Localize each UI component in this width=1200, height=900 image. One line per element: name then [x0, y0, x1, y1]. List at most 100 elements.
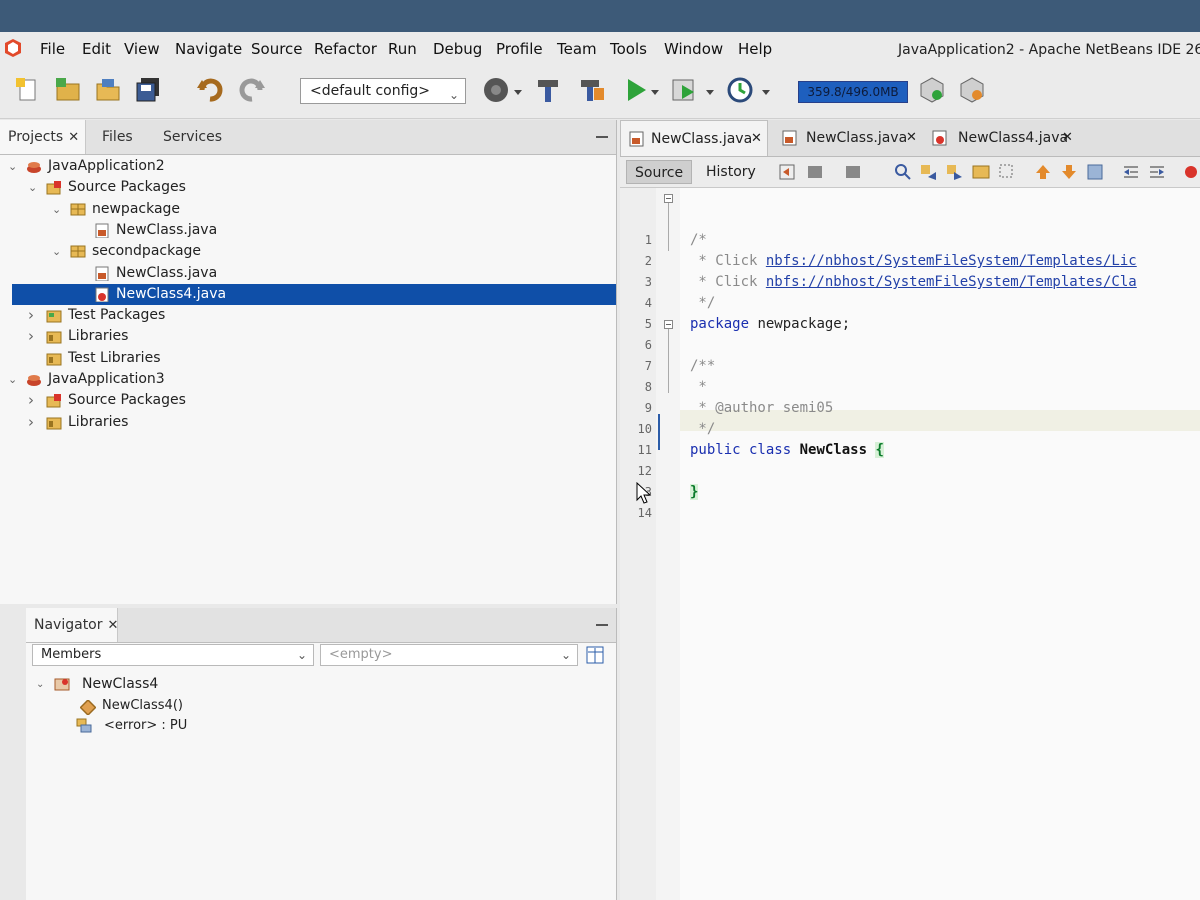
code-line-9[interactable]: * @author semi05	[690, 398, 833, 419]
shift-right-icon[interactable]	[1148, 163, 1166, 181]
close-icon[interactable]: ✕	[906, 120, 917, 156]
menu-view[interactable]: View	[124, 40, 160, 58]
code-line-5[interactable]: package newpackage;	[690, 314, 850, 335]
clean-build-icon[interactable]	[578, 76, 606, 104]
navigator-field-row[interactable]: <error> : PU	[34, 715, 334, 736]
menu-source[interactable]: Source	[251, 40, 303, 58]
menu-team[interactable]: Team	[557, 40, 597, 58]
close-icon[interactable]: ✕	[1062, 120, 1073, 156]
code-line-7[interactable]: /**	[690, 356, 715, 377]
editor-tab-newclass[interactable]: NewClass.java ✕	[620, 120, 768, 156]
chevron-down-icon[interactable]	[651, 90, 659, 95]
record-macro-icon[interactable]	[1182, 163, 1200, 181]
menu-debug[interactable]: Debug	[433, 40, 482, 58]
tree-row[interactable]: ⌄ JavaApplication2	[0, 156, 600, 177]
fold-toggle-icon[interactable]	[664, 320, 673, 329]
code-line-8[interactable]: *	[690, 377, 706, 398]
code-line-3[interactable]: * Click nbfs://nbhost/SystemFileSystem/T…	[690, 272, 1137, 293]
menu-help[interactable]: Help	[738, 40, 772, 58]
code-line-2[interactable]: * Click nbfs://nbhost/SystemFileSystem/T…	[690, 251, 1137, 272]
menu-navigate[interactable]: Navigate	[175, 40, 242, 58]
chevron-right-icon[interactable]: ›	[28, 326, 40, 347]
find-icon[interactable]	[894, 163, 912, 181]
chevron-down-icon[interactable]: ⌄	[52, 241, 64, 262]
members-filter-dropdown[interactable]: Members ⌄	[32, 644, 314, 666]
debug-icon[interactable]	[670, 76, 698, 104]
chevron-down-icon[interactable]: ⌄	[28, 177, 40, 198]
pause-gc-icon[interactable]	[958, 76, 986, 104]
find-previous-icon[interactable]	[920, 163, 938, 181]
chevron-down-icon[interactable]	[706, 90, 714, 95]
chevron-down-icon[interactable]: ⌄	[8, 369, 20, 390]
close-icon[interactable]: ✕	[68, 130, 79, 145]
menu-tools[interactable]: Tools	[610, 40, 647, 58]
menu-file[interactable]: File	[40, 40, 65, 58]
menu-run[interactable]: Run	[388, 40, 417, 58]
tree-row[interactable]: ⌄ JavaApplication3	[0, 369, 600, 390]
close-icon[interactable]: ✕	[751, 121, 762, 157]
menu-refactor[interactable]: Refactor	[314, 40, 377, 58]
tree-row[interactable]: › Source Packages	[0, 390, 600, 411]
code-line-11[interactable]: public class NewClass {	[690, 440, 884, 461]
save-all-icon[interactable]	[134, 76, 162, 104]
toggle-rect-select-icon[interactable]	[998, 163, 1016, 181]
tab-files[interactable]: Files	[94, 120, 141, 154]
chevron-right-icon[interactable]: ›	[28, 412, 40, 433]
minimize-icon[interactable]	[596, 136, 608, 138]
chevron-down-icon[interactable]: ⌄	[8, 156, 20, 177]
new-file-icon[interactable]	[14, 76, 42, 104]
profile-icon[interactable]	[726, 76, 754, 104]
tab-navigator[interactable]: Navigator ✕	[26, 608, 118, 642]
open-project-icon[interactable]	[94, 76, 122, 104]
tree-row[interactable]: ⌄ secondpackage	[0, 241, 600, 262]
template-link[interactable]: nbfs://nbhost/SystemFileSystem/Templates…	[766, 274, 1137, 290]
memory-indicator[interactable]: 359.8/496.0MB	[798, 81, 908, 103]
chevron-down-icon[interactable]: ⌄	[36, 674, 48, 695]
navigator-class-row[interactable]: ⌄ NewClass4	[34, 674, 334, 695]
chevron-right-icon[interactable]: ›	[28, 390, 40, 411]
tab-source[interactable]: Source	[626, 160, 693, 184]
back-icon[interactable]	[806, 163, 824, 181]
tree-row[interactable]: NewClass4.java	[12, 283, 616, 305]
toggle-bookmark-icon[interactable]	[1086, 163, 1104, 181]
last-edit-icon[interactable]	[778, 163, 796, 181]
tree-row[interactable]: ⌄ newpackage	[0, 199, 600, 220]
redo-icon[interactable]	[238, 76, 266, 104]
chevron-down-icon[interactable]	[762, 90, 770, 95]
tab-projects[interactable]: Projects ✕	[0, 120, 86, 154]
menu-window[interactable]: Window	[664, 40, 723, 58]
build-icon[interactable]	[534, 76, 562, 104]
tree-row[interactable]: NewClass.java	[0, 220, 600, 241]
navigator-options-icon[interactable]	[586, 646, 604, 664]
chevron-down-icon[interactable]	[514, 90, 522, 95]
editor-tab-newclass-2[interactable]: NewClass.java ✕	[778, 120, 928, 156]
close-icon[interactable]: ✕	[108, 618, 119, 633]
chevron-right-icon[interactable]: ›	[28, 305, 40, 326]
gc-icon[interactable]	[918, 76, 946, 104]
undo-icon[interactable]	[196, 76, 224, 104]
template-link[interactable]: nbfs://nbhost/SystemFileSystem/Templates…	[766, 253, 1137, 269]
navigator-constructor-row[interactable]: NewClass4()	[34, 695, 334, 716]
run-icon[interactable]	[622, 76, 650, 104]
code-line-4[interactable]: */	[690, 293, 715, 314]
globe-icon[interactable]	[482, 76, 510, 104]
prev-bookmark-icon[interactable]	[1034, 163, 1052, 181]
fold-toggle-icon[interactable]	[664, 194, 673, 203]
tree-row[interactable]: › Libraries	[0, 412, 600, 433]
shift-left-icon[interactable]	[1122, 163, 1140, 181]
code-line-1[interactable]: /*	[690, 230, 707, 251]
toggle-highlight-icon[interactable]	[972, 163, 990, 181]
code-line-10[interactable]: */	[690, 419, 715, 440]
find-next-icon[interactable]	[946, 163, 964, 181]
tree-row[interactable]: NewClass.java	[0, 263, 600, 284]
tree-row[interactable]: Test Libraries	[0, 348, 600, 369]
tree-row[interactable]: › Test Packages	[0, 305, 600, 326]
config-dropdown[interactable]: <default config> ⌄	[300, 78, 466, 104]
tab-history[interactable]: History	[698, 160, 764, 184]
code-line-13[interactable]: }	[690, 482, 699, 503]
minimize-icon[interactable]	[596, 624, 608, 626]
tree-row[interactable]: ⌄ Source Packages	[0, 177, 600, 198]
editor-tab-newclass4[interactable]: NewClass4.java ✕	[932, 120, 1092, 156]
menu-edit[interactable]: Edit	[82, 40, 111, 58]
next-bookmark-icon[interactable]	[1060, 163, 1078, 181]
